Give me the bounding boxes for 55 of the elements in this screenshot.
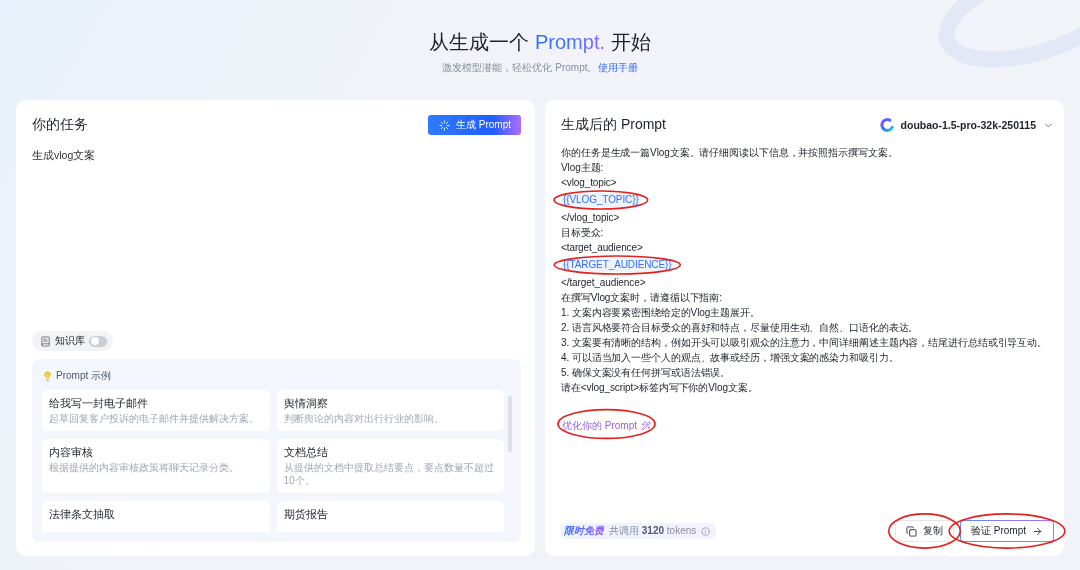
- example-description: 起草回复客户投诉的电子邮件并提供解决方案。: [49, 412, 260, 425]
- task-input-text[interactable]: 生成vlog文案: [32, 148, 521, 162]
- free-badge: 限时免费: [564, 524, 604, 538]
- magic-wand-icon: [641, 421, 651, 431]
- example-title: 舆情洞察: [283, 396, 329, 410]
- example-description: 判断舆论的内容对出行行业的影响。: [283, 412, 445, 425]
- examples-title: Prompt 示例: [56, 369, 111, 383]
- example-card[interactable]: 文档总结 从提供的文档中提取总结要点，要点数量不超过10个。: [276, 439, 504, 493]
- model-select[interactable]: doubao-1.5-pro-32k-250115: [879, 118, 1054, 132]
- example-card[interactable]: 法律条文抽取: [42, 501, 270, 532]
- prompt-line: 3. 文案要有清晰的结构，例如开头可以吸引观众的注意力，中间详细阐述主题内容，结尾进行总结或引导互动。: [561, 336, 1049, 350]
- prompt-line: 在撰写Vlog文案时，请遵循以下指南:: [561, 291, 723, 305]
- copy-button[interactable]: 复制: [895, 520, 954, 542]
- prompt-line: 1. 文案内容要紧密围绕给定的Vlog主题展开。: [561, 306, 761, 320]
- template-variable: {{VLOG_TOPIC}}: [561, 193, 641, 207]
- prompt-line: 目标受众:: [561, 226, 605, 240]
- example-title: 期货报告: [283, 507, 329, 521]
- example-title: 给我写一封电子邮件: [49, 396, 149, 410]
- burst-icon: [439, 119, 450, 131]
- example-card[interactable]: 内容审核 根据提供的内容审核政策将聊天记录分类。: [42, 439, 270, 493]
- prompt-line: 请在<vlog_script>标签内写下你的Vlog文案。: [561, 381, 759, 395]
- info-icon[interactable]: [701, 526, 711, 536]
- arrow-right-icon: [1032, 525, 1043, 537]
- knowledge-base-switch[interactable]: [89, 335, 107, 347]
- example-card[interactable]: 舆情洞察 判断舆论的内容对出行行业的影响。: [276, 390, 504, 431]
- model-logo-icon: [879, 118, 894, 132]
- example-title: 文档总结: [283, 445, 329, 459]
- example-title: 法律条文抽取: [49, 507, 116, 521]
- copy-icon: [906, 525, 917, 537]
- example-title: 内容审核: [49, 445, 94, 459]
- example-card[interactable]: 给我写一封电子邮件 起草回复客户投诉的电子邮件并提供解决方案。: [42, 390, 270, 431]
- user-manual-link[interactable]: 使用手册: [597, 62, 638, 73]
- example-description: 从提供的文档中提取总结要点，要点数量不超过10个。: [283, 461, 495, 487]
- example-description: 根据提供的内容审核政策将聊天记录分类。: [49, 461, 240, 474]
- example-card[interactable]: 期货报告: [276, 501, 504, 532]
- prompt-line: 你的任务是生成一篇Vlog文案。请仔细阅读以下信息，并按照指示撰写文案。: [561, 146, 899, 160]
- token-usage-text: 共调用 3120 tokens: [609, 524, 697, 538]
- prompt-line: Vlog主题:: [561, 161, 605, 175]
- prompt-line: 2. 语言风格要符合目标受众的喜好和特点，尽量使用生动、自然、口语化的表达。: [561, 321, 920, 335]
- prompt-line: <target_audience>: [561, 241, 644, 255]
- panel-title: 你的任务: [32, 116, 88, 134]
- prompt-line: <vlog_topic>: [561, 176, 618, 190]
- template-variable: {{TARGET_AUDIENCE}}: [561, 258, 674, 272]
- prompt-line: </vlog_topic>: [561, 211, 621, 225]
- page-subtitle: 激发模型潜能，轻松优化 Prompt。使用手册: [442, 61, 638, 75]
- verify-prompt-button[interactable]: 验证 Prompt: [960, 520, 1054, 542]
- prompt-line: 4. 可以适当加入一些个人的观点、故事或经历，增强文案的感染力和吸引力。: [561, 351, 900, 365]
- panel-title: 生成后的 Prompt: [561, 116, 666, 134]
- page-title: 从生成一个 Prompt. 开始: [429, 30, 651, 55]
- knowledge-base-label: 知识库: [55, 334, 85, 348]
- prompt-line: 5. 确保文案没有任何拼写或语法错误。: [561, 366, 732, 380]
- lightbulb-icon: [42, 370, 53, 382]
- book-icon: [40, 335, 51, 347]
- prompt-line: </target_audience>: [561, 276, 647, 290]
- generate-prompt-button[interactable]: 生成 Prompt: [428, 115, 521, 135]
